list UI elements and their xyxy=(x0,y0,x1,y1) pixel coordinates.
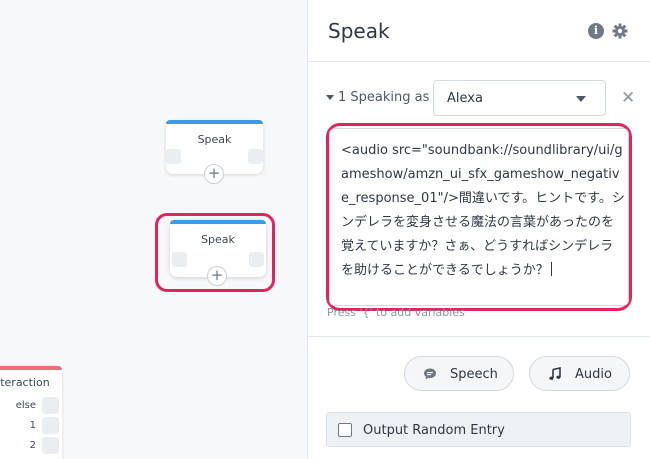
speech-text-content: <audio src="soundbank://soundlibrary/ui/… xyxy=(341,143,625,278)
add-audio-button[interactable]: Audio xyxy=(529,356,630,391)
speak-editor-panel: Speak i 1 Speaking as Alexa ✕ <audio src… xyxy=(307,0,650,459)
node-output-port[interactable] xyxy=(248,149,263,164)
speech-button-label: Speech xyxy=(450,367,498,382)
chevron-down-icon xyxy=(576,96,586,102)
panel-header: Speak i xyxy=(308,0,650,62)
speech-bubble-icon xyxy=(424,368,436,380)
panel-title: Speak xyxy=(328,19,390,43)
voice-select-value: Alexa xyxy=(447,91,483,106)
music-note-icon xyxy=(549,367,561,380)
choice-port-1[interactable] xyxy=(42,417,59,434)
choice-label-else: else xyxy=(15,400,36,411)
add-step-button[interactable]: + xyxy=(204,164,224,184)
add-speech-button[interactable]: Speech xyxy=(404,356,514,391)
close-icon[interactable]: ✕ xyxy=(621,88,635,108)
audio-button-label: Audio xyxy=(575,367,612,382)
choice-label-2: 2 xyxy=(29,440,36,451)
flow-canvas[interactable]: Speak + Speak + Interaction else 1 2 xyxy=(0,0,307,459)
speaking-as-row: 1 Speaking as Alexa ✕ xyxy=(326,80,636,116)
output-random-entry-toggle[interactable]: Output Random Entry xyxy=(326,412,631,447)
node-input-port[interactable] xyxy=(166,149,181,164)
variables-hint: Press '{' to add variables xyxy=(327,306,465,319)
node-color-bar xyxy=(0,366,62,370)
node-color-bar xyxy=(170,220,266,224)
choice-port-else[interactable] xyxy=(42,397,59,414)
choice-label-1: 1 xyxy=(29,420,36,431)
interaction-node[interactable]: Interaction else 1 2 xyxy=(0,366,62,459)
section-divider xyxy=(308,336,650,337)
text-cursor xyxy=(550,262,552,276)
random-entry-checkbox[interactable] xyxy=(338,423,352,437)
add-step-button[interactable]: + xyxy=(207,266,227,286)
speech-text-input[interactable]: <audio src="soundbank://soundlibrary/ui/… xyxy=(329,128,629,306)
choice-port-2[interactable] xyxy=(42,437,59,454)
speaking-as-label[interactable]: 1 Speaking as xyxy=(338,90,429,105)
node-input-port[interactable] xyxy=(172,252,187,267)
gear-icon[interactable] xyxy=(612,23,628,39)
info-icon[interactable]: i xyxy=(588,23,604,39)
node-title: Interaction xyxy=(0,376,50,389)
node-title: Speak xyxy=(201,233,235,246)
node-title: Speak xyxy=(197,133,232,146)
collapse-caret-icon[interactable] xyxy=(326,95,334,100)
speak-node-selected[interactable]: Speak + xyxy=(170,220,266,286)
speak-node[interactable]: Speak + xyxy=(166,120,263,184)
voice-select[interactable]: Alexa xyxy=(433,80,606,116)
node-color-bar xyxy=(166,120,263,124)
node-output-port[interactable] xyxy=(249,252,264,267)
random-entry-label: Output Random Entry xyxy=(363,423,505,438)
